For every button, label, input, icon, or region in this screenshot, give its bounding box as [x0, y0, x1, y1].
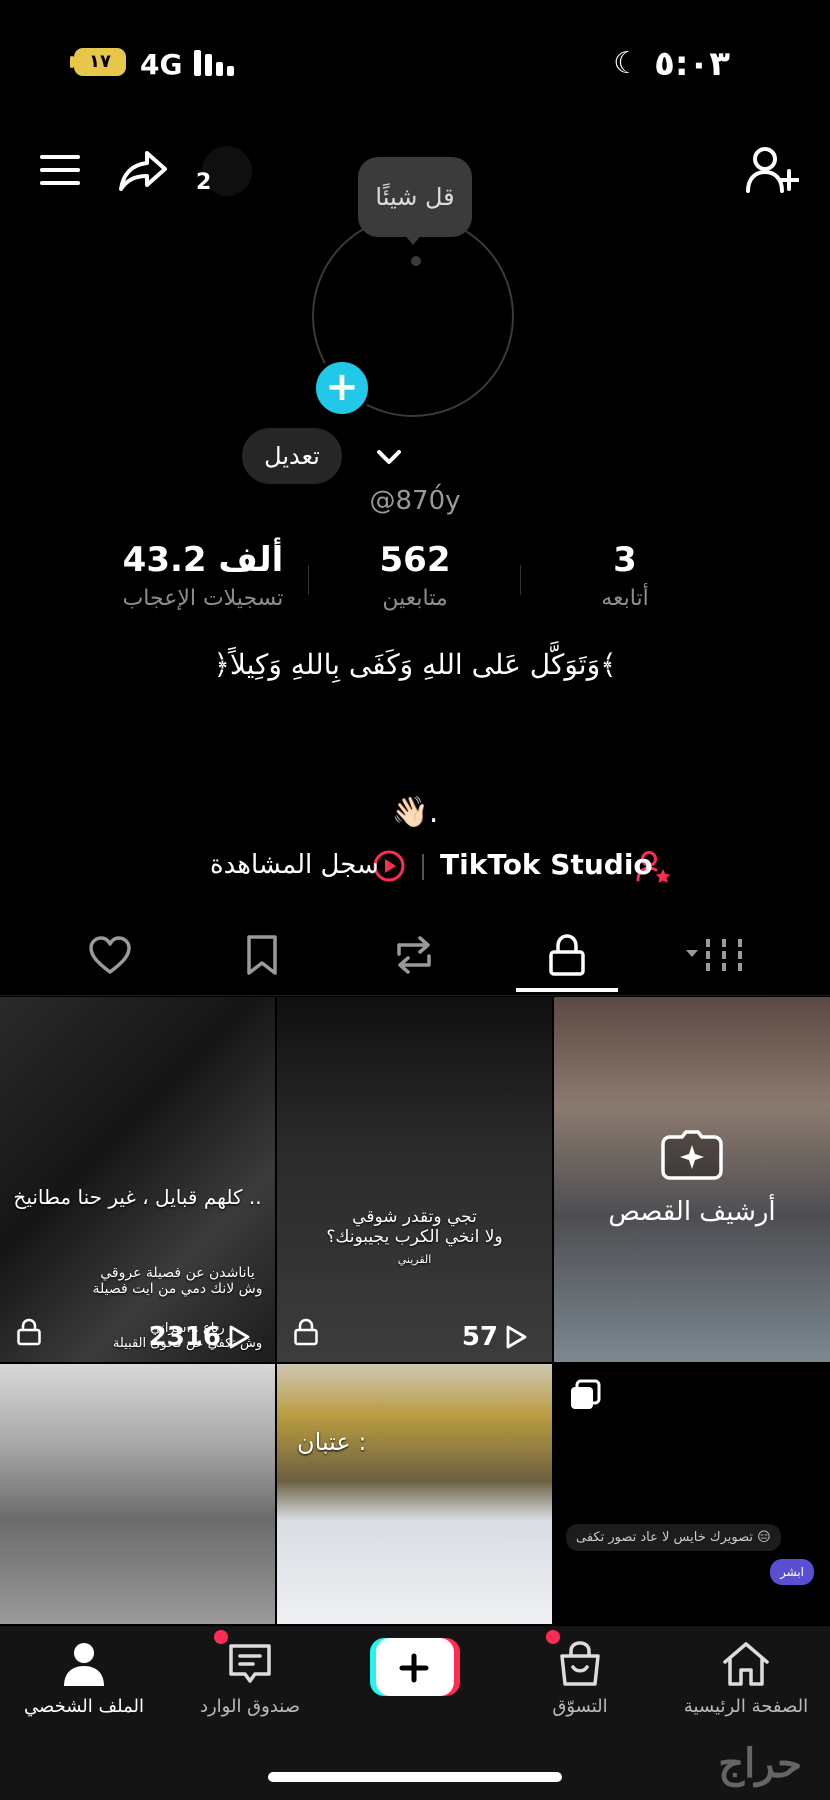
bubble-dot	[411, 256, 421, 266]
nav-home[interactable]: الصفحة الرئيسية	[666, 1640, 826, 1717]
content-tabs	[0, 920, 830, 995]
view-count: 2316	[149, 1322, 251, 1352]
watermark-logo: حراج	[718, 1740, 802, 1787]
followers-stat[interactable]: 562 متابعين	[350, 540, 480, 611]
shopping-bag-icon	[560, 1641, 600, 1686]
likes-count: 43.2 ألف	[122, 540, 284, 580]
stories-archive-label: أرشيف القصص	[608, 1197, 776, 1227]
tabs-divider	[0, 995, 830, 996]
battery-indicator: ١٧	[74, 48, 126, 76]
bubble-tail	[403, 233, 423, 245]
video-caption: تجي وتقدر شوقي ولا انخي الكرب يجيبونك؟	[326, 1207, 503, 1247]
nav-profile[interactable]: الملف الشخصي	[4, 1640, 164, 1717]
inbox-icon	[229, 1644, 271, 1683]
menu-icon[interactable]	[36, 150, 84, 190]
followers-count: 562	[379, 540, 451, 580]
stories-archive-tile[interactable]: أرشيف القصص	[554, 997, 830, 1362]
story-archive-icon	[660, 1129, 724, 1181]
create-button[interactable]	[370, 1638, 460, 1696]
following-stat[interactable]: 3 أتابعه	[560, 540, 690, 611]
play-icon	[506, 1325, 527, 1349]
following-label: أتابعه	[601, 586, 649, 611]
video-tile[interactable]: عتبان :	[277, 1364, 552, 1624]
video-tile[interactable]	[0, 1364, 275, 1624]
add-avatar-button[interactable]: +	[312, 358, 372, 418]
likes-stat[interactable]: 43.2 ألف تسجيلات الإعجاب	[100, 540, 306, 611]
bio-text: ﴿وَتَوَكَّل عَلى اللهِ وَكَفَى بِاللهِ و…	[213, 648, 617, 681]
chevron-down-icon[interactable]	[372, 440, 406, 474]
nav-inbox-label: صندوق الوارد	[199, 1696, 301, 1717]
stat-divider	[520, 565, 521, 595]
nav-profile-label: الملف الشخصي	[24, 1696, 144, 1717]
share-count: 2	[196, 170, 212, 195]
plus-icon	[399, 1653, 429, 1683]
say-something-bubble[interactable]: قل شيئًا	[358, 157, 472, 237]
profile-icon	[64, 1643, 104, 1686]
lock-icon	[293, 1318, 319, 1350]
private-tab[interactable]	[537, 930, 597, 980]
video-tile[interactable]: تجي وتقدر شوقي ولا انخي الكرب يجيبونك؟ ا…	[277, 997, 552, 1362]
view-count-value: 57	[461, 1322, 498, 1352]
links-divider	[422, 854, 424, 880]
video-tile[interactable]: كلهم قبايل ، غير حنا مطانيخ .. ياناشدن ع…	[0, 997, 275, 1362]
video-subcaption: القريني	[397, 1253, 432, 1266]
inbox-notification-dot	[214, 1630, 228, 1644]
tiktok-studio-link[interactable]: TikTok Studio	[440, 848, 653, 881]
saved-tab[interactable]	[232, 930, 292, 980]
status-bar: ١٧ 4G ☾ ٥:٠٣	[0, 40, 830, 84]
video-caption: عتبان :	[297, 1428, 367, 1456]
share-icon[interactable]	[116, 148, 170, 194]
chat-message: تصويرك خايس لا عاد تصور تكفى 😑	[566, 1524, 781, 1551]
nav-shop-label: التسوّق	[552, 1696, 608, 1717]
username: @870́y	[369, 486, 461, 516]
active-tab-indicator	[516, 988, 618, 992]
video-caption: كلهم قبايل ، غير حنا مطانيخ ..	[13, 1185, 262, 1209]
lock-icon	[16, 1318, 42, 1350]
nav-inbox[interactable]: صندوق الوارد	[170, 1640, 330, 1717]
view-count-value: 2316	[148, 1322, 221, 1352]
home-indicator[interactable]	[268, 1772, 562, 1782]
liked-tab[interactable]	[80, 930, 140, 980]
edit-profile-button[interactable]: تعديل	[242, 428, 342, 484]
followers-label: متابعين	[382, 586, 448, 611]
stat-divider	[308, 565, 309, 595]
video-tile[interactable]: تصويرك خايس لا عاد تصور تكفى 😑 ابشر	[554, 1364, 830, 1624]
repost-tab[interactable]	[384, 930, 444, 980]
multi-photo-icon	[568, 1378, 602, 1416]
play-icon	[229, 1325, 250, 1349]
watch-history-link[interactable]: سجل المشاهدة	[210, 850, 379, 880]
network-type: 4G	[140, 48, 183, 81]
moon-icon: ☾	[613, 46, 640, 81]
shop-notification-dot	[546, 1630, 560, 1644]
bio-wave: 👋🏻.	[391, 795, 439, 830]
signal-icon	[194, 50, 240, 76]
likes-label: تسجيلات الإعجاب	[122, 586, 284, 611]
status-time: ٥:٠٣	[654, 44, 730, 84]
video-subcaption: ياناشدن عن فصيلة عروقي وش لانك دمي من اي…	[92, 1265, 263, 1297]
add-friend-icon[interactable]	[744, 144, 800, 196]
videos-tab[interactable]	[684, 930, 754, 980]
home-icon	[723, 1642, 769, 1686]
profile-links-row: TikTok Studio سجل المشاهدة	[0, 846, 830, 886]
nav-shop[interactable]: التسوّق	[500, 1640, 660, 1717]
chat-reply: ابشر	[770, 1559, 814, 1585]
following-count: 3	[613, 540, 637, 580]
nav-home-label: الصفحة الرئيسية	[683, 1696, 809, 1717]
view-count: 57	[462, 1322, 528, 1352]
